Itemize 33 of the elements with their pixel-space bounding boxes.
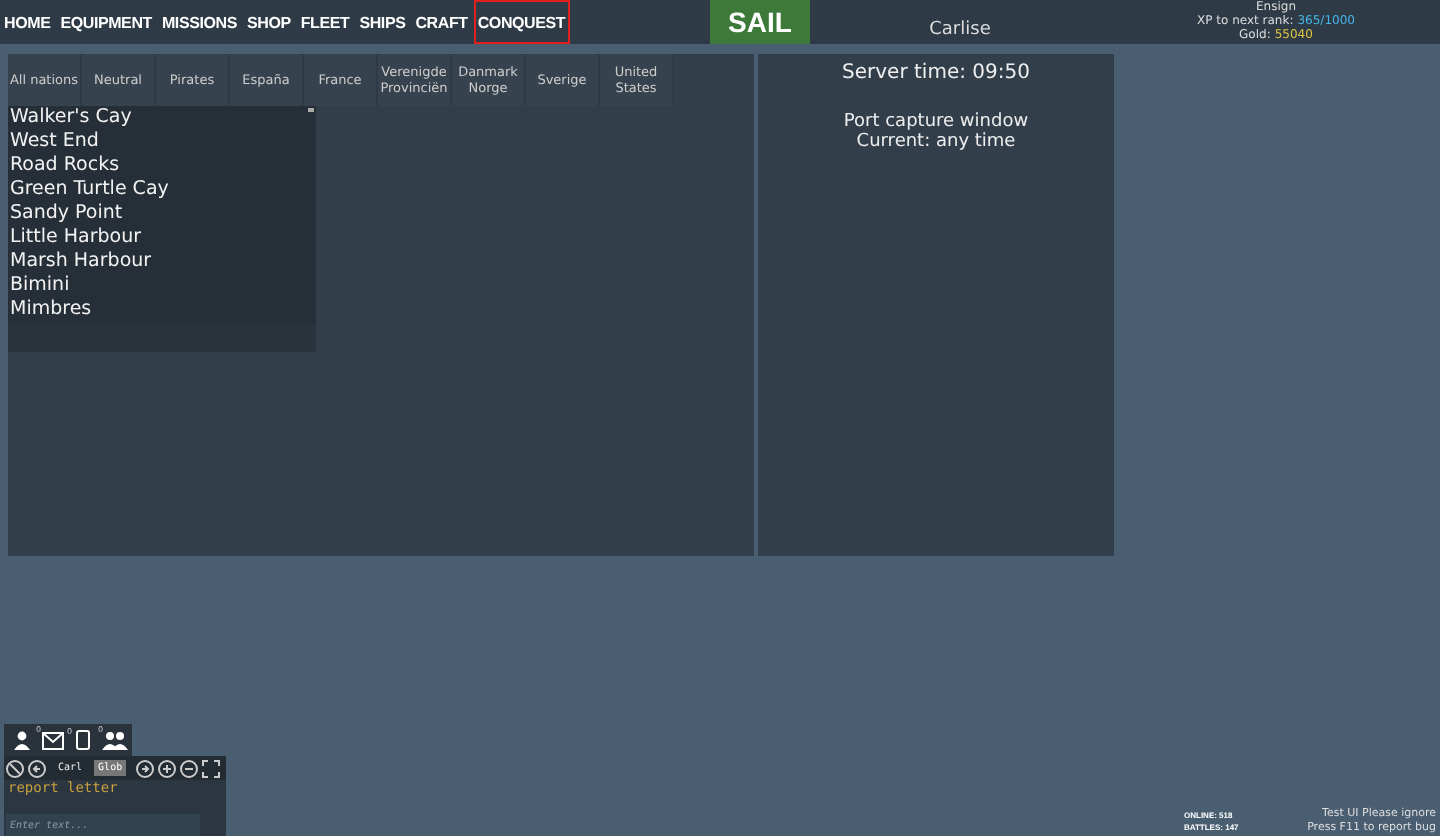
- nav-tab[interactable]: CRAFT: [411, 0, 472, 44]
- person-icon[interactable]: [11, 730, 32, 750]
- port-list-item[interactable]: Sandy Point: [8, 202, 316, 226]
- phone-icon[interactable]: [76, 730, 91, 750]
- back-icon[interactable]: [28, 759, 46, 777]
- port-list-item[interactable]: Road Rocks: [8, 154, 316, 178]
- minus-icon[interactable]: [180, 759, 199, 777]
- nav-tab[interactable]: SHIPS: [355, 0, 410, 44]
- nav-tab[interactable]: HOME: [0, 0, 55, 44]
- forward-icon[interactable]: [136, 759, 155, 777]
- nav-tab[interactable]: SHOP: [243, 0, 295, 44]
- plus-icon[interactable]: [158, 759, 177, 777]
- mute-icon[interactable]: [6, 759, 24, 777]
- port-list-item[interactable]: Green Turtle Cay: [8, 178, 316, 202]
- nav-tab[interactable]: FLEET: [296, 0, 354, 44]
- port-name: Carlise: [927, 20, 993, 40]
- sail-button[interactable]: SAIL: [710, 0, 810, 44]
- port-list-item[interactable]: Walker's Cay: [8, 106, 316, 130]
- port-list-item[interactable]: West End: [8, 130, 316, 154]
- expand-icon[interactable]: [202, 759, 221, 777]
- port-list-item[interactable]: Bimini: [8, 274, 316, 298]
- capture-window-title: Port capture window: [843, 112, 1029, 132]
- server-time: Server time: 09:50: [842, 62, 1030, 84]
- mail-icon[interactable]: [41, 731, 64, 749]
- port-list-item[interactable]: Little Harbour: [8, 226, 316, 250]
- capture-window-current: Current: any time: [856, 132, 1016, 152]
- nav-tab[interactable]: CONQUEST: [473, 0, 570, 44]
- port-list-item[interactable]: Marsh Harbour: [8, 250, 316, 274]
- nav-tab[interactable]: EQUIPMENT: [56, 0, 156, 44]
- nav-tab[interactable]: MISSIONS: [157, 0, 241, 44]
- scrollbar-thumb[interactable]: [308, 108, 314, 112]
- port-list-item[interactable]: Mimbres: [8, 298, 316, 322]
- group-icon[interactable]: [101, 730, 128, 750]
